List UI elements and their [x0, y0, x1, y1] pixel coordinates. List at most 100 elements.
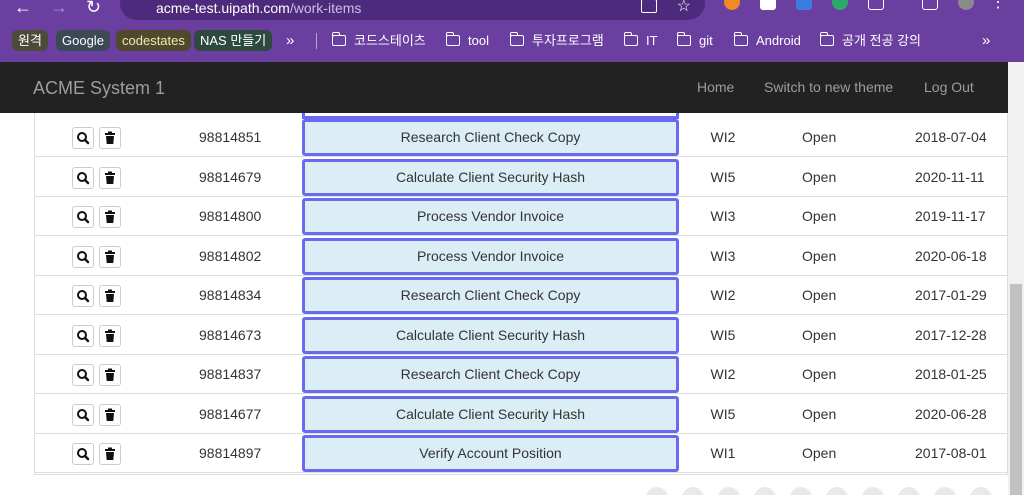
item-status: Open — [802, 326, 837, 343]
view-item-button[interactable] — [72, 206, 94, 228]
extension-icon-1[interactable] — [724, 0, 740, 10]
delete-item-button[interactable] — [99, 206, 121, 228]
view-item-button[interactable] — [72, 324, 94, 347]
translate-icon[interactable] — [641, 0, 657, 13]
reload-icon[interactable]: ↻ — [86, 0, 101, 18]
page-scrollbar[interactable] — [1008, 62, 1024, 495]
url-host: acme-test.uipath.com — [156, 0, 290, 16]
side-panel-icon[interactable] — [922, 0, 938, 10]
delete-item-button[interactable] — [99, 324, 121, 347]
profile-avatar[interactable] — [958, 0, 974, 10]
magnifier-icon — [77, 408, 90, 421]
item-description[interactable]: Research Client Check Copy — [302, 277, 679, 314]
bookmark-pill-2[interactable]: Google — [56, 30, 110, 51]
address-bar[interactable]: acme-test.uipath.com/work-items ☆ — [120, 0, 705, 20]
forward-icon[interactable]: → — [50, 0, 68, 18]
view-item-button[interactable] — [72, 285, 94, 307]
trash-icon — [105, 171, 115, 184]
browser-toolbar: ← → ↻ acme-test.uipath.com/work-items ☆ … — [0, 0, 1024, 22]
pagination-button[interactable] — [934, 487, 956, 495]
pagination-button[interactable] — [646, 487, 668, 495]
item-date: 2020-11-11 — [915, 168, 985, 185]
magnifier-icon — [77, 329, 90, 342]
view-item-button[interactable] — [72, 403, 94, 426]
view-item-button[interactable] — [72, 245, 94, 268]
nav-logout-link[interactable]: Log Out — [924, 79, 974, 95]
item-description[interactable]: Research Client Check Copy — [302, 119, 679, 156]
magnifier-icon — [77, 211, 90, 224]
bookmarks-separator — [316, 33, 317, 49]
item-description[interactable]: Calculate Client Security Hash — [302, 316, 679, 354]
bookmark-folder-label: 코드스테이츠 — [354, 33, 426, 48]
bookmark-folder-3[interactable]: 투자프로그램 — [509, 32, 604, 50]
extensions-puzzle-icon[interactable] — [868, 0, 884, 10]
pagination-button[interactable] — [898, 487, 920, 495]
extension-icon-2[interactable] — [832, 0, 848, 10]
bookmark-folder-5[interactable]: git — [676, 32, 713, 50]
app-brand[interactable]: ACME System 1 — [33, 78, 165, 98]
bookmark-folder-2[interactable]: tool — [445, 32, 489, 50]
bookmark-folder-1[interactable]: 코드스테이츠 — [331, 32, 426, 50]
bookmark-star-icon[interactable]: ☆ — [677, 0, 691, 16]
item-description[interactable]: Calculate Client Security Hash — [302, 158, 679, 196]
translate-extension-icon[interactable] — [796, 0, 812, 10]
item-date: 2017-01-29 — [915, 287, 987, 303]
bookmark-pill-1[interactable]: 원격 — [12, 30, 48, 51]
bookmarks-folders-overflow-icon[interactable]: » — [982, 32, 990, 50]
bookmark-pill-3[interactable]: codestates — [116, 30, 191, 51]
bookmark-pill-4[interactable]: NAS 만들기 — [194, 30, 273, 51]
bookmark-folder-6[interactable]: Android — [733, 32, 801, 50]
work-items-table: 98814851 Research Client Check Copy WI2 … — [34, 113, 1008, 475]
item-id: 98814837 — [199, 366, 262, 382]
table-row: 98814800 Process Vendor Invoice WI3 Open… — [35, 196, 1007, 236]
nav-switch-theme-link[interactable]: Switch to new theme — [764, 79, 893, 95]
item-id: 98814673 — [199, 326, 262, 343]
pagination-button[interactable] — [718, 487, 740, 495]
view-item-button[interactable] — [72, 364, 94, 386]
delete-item-button[interactable] — [99, 166, 121, 189]
delete-item-button[interactable] — [99, 285, 121, 307]
address-url: acme-test.uipath.com/work-items — [156, 0, 361, 16]
delete-item-button[interactable] — [99, 403, 121, 426]
pagination-button[interactable] — [826, 487, 848, 495]
item-description[interactable]: Calculate Client Security Hash — [302, 395, 679, 433]
item-description[interactable]: Process Vendor Invoice — [302, 237, 679, 275]
bookmark-folder-4[interactable]: IT — [623, 32, 658, 50]
scrollbar-thumb[interactable] — [1010, 284, 1022, 495]
browser-menu-icon[interactable]: ⋮ — [990, 0, 1006, 11]
item-status: Open — [802, 366, 837, 382]
view-item-button[interactable] — [72, 166, 94, 189]
bookmarks-overflow-icon[interactable]: » — [286, 32, 294, 50]
bookmark-folder-7[interactable]: 공개 전공 강의 — [819, 32, 921, 50]
delete-item-button[interactable] — [99, 127, 121, 149]
item-description[interactable]: Verify Account Position — [302, 435, 679, 472]
magnifier-icon — [77, 290, 90, 303]
folder-icon — [733, 32, 748, 46]
item-id: 98814677 — [199, 405, 262, 422]
item-description[interactable]: Process Vendor Invoice — [302, 198, 679, 235]
folder-icon — [819, 32, 834, 46]
delete-item-button[interactable] — [99, 364, 121, 386]
magnifier-icon — [77, 171, 90, 184]
view-item-button[interactable] — [72, 443, 94, 465]
view-item-button[interactable] — [72, 127, 94, 149]
pagination-button[interactable] — [754, 487, 776, 495]
item-description[interactable]: Research Client Check Copy — [302, 356, 679, 393]
item-date: 2018-07-04 — [915, 129, 987, 145]
nav-home-link[interactable]: Home — [697, 79, 734, 95]
back-icon[interactable]: ← — [14, 0, 32, 18]
table-row: 98814851 Research Client Check Copy WI2 … — [35, 117, 1007, 157]
notion-icon[interactable] — [760, 0, 776, 10]
delete-item-button[interactable] — [99, 443, 121, 465]
pagination-button[interactable] — [970, 487, 992, 495]
bookmarks-bar: 원격 Google codestates NAS 만들기 » 코드스테이츠 to… — [0, 26, 1024, 56]
item-type: WI5 — [710, 405, 736, 422]
table-row: 98814802 Process Vendor Invoice WI3 Open… — [35, 236, 1007, 276]
pagination-button[interactable] — [790, 487, 812, 495]
pagination-button[interactable] — [682, 487, 704, 495]
delete-item-button[interactable] — [99, 245, 121, 268]
table-row: 98814673 Calculate Client Security Hash … — [35, 315, 1007, 355]
pagination-button[interactable] — [862, 487, 884, 495]
item-date: 2017-08-01 — [915, 445, 987, 461]
item-status: Open — [802, 287, 837, 303]
